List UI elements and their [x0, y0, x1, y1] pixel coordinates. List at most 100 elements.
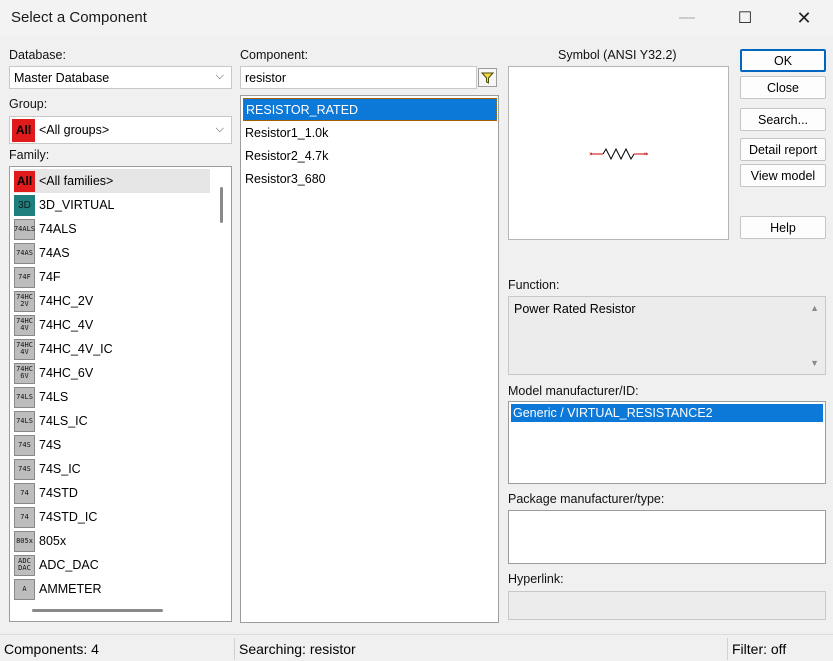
family-icon: 74HC 6V: [14, 362, 35, 384]
family-item-label: 74HC_6V: [39, 366, 94, 380]
search-button[interactable]: Search...: [740, 108, 826, 131]
close-button[interactable]: Close: [740, 76, 826, 99]
component-list-item[interactable]: RESISTOR_RATED: [243, 98, 497, 121]
family-vertical-scrollbar[interactable]: [220, 187, 223, 223]
family-item[interactable]: ADC DAC ADC_DAC: [14, 553, 210, 577]
family-label: Family:: [9, 148, 50, 162]
family-item[interactable]: 74LS 74LS: [14, 385, 210, 409]
family-item[interactable]: 74 74STD_IC: [14, 505, 210, 529]
family-item[interactable]: 74HC 4V 74HC_4V: [14, 313, 210, 337]
family-item-label: 74S_IC: [39, 462, 81, 476]
svg-text:×: ×: [644, 152, 648, 158]
family-horizontal-scrollbar[interactable]: [32, 609, 163, 612]
package-list[interactable]: [508, 510, 826, 564]
model-label: Model manufacturer/ID:: [508, 384, 639, 398]
family-item-label: 74HC_4V: [39, 318, 94, 332]
component-list[interactable]: RESISTOR_RATED Resistor1_1.0k Resistor2_4.…: [240, 95, 499, 623]
group-select[interactable]: All <All groups> ⌵: [9, 116, 232, 144]
status-components: Components: 4: [4, 641, 99, 657]
resistor-symbol-icon: × ×: [589, 147, 648, 161]
family-icon: A: [14, 578, 35, 600]
scroll-up-icon[interactable]: ▲: [810, 303, 819, 313]
group-value: <All groups>: [39, 123, 110, 137]
family-item[interactable]: 74HC 2V 74HC_2V: [14, 289, 210, 313]
family-icon: 74LS: [14, 410, 35, 432]
svg-text:×: ×: [589, 152, 593, 158]
family-icon: All: [14, 170, 35, 192]
window-title: Select a Component: [11, 9, 147, 26]
family-item[interactable]: 74S 74S_IC: [14, 457, 210, 481]
family-icon: 74HC 4V: [14, 314, 35, 336]
status-divider: [234, 638, 235, 660]
family-item[interactable]: All <All families>: [14, 169, 210, 193]
component-list-item[interactable]: Resistor1_1.0k: [243, 121, 497, 144]
family-item[interactable]: 3D 3D_VIRTUAL: [14, 193, 210, 217]
family-icon: 74HC 4V: [14, 338, 35, 360]
family-icon: 74ALS: [14, 218, 35, 240]
family-item-label: 74LS_IC: [39, 414, 88, 428]
family-item[interactable]: 74 74STD: [14, 481, 210, 505]
component-list-item[interactable]: Resistor2_4.7k: [243, 144, 497, 167]
family-item-label: 74LS: [39, 390, 69, 404]
database-select[interactable]: Master Database ⌵: [9, 66, 232, 89]
family-item-label: 74HC_4V_IC: [39, 342, 113, 356]
component-list-item[interactable]: Resistor3_680: [243, 167, 497, 190]
hyperlink-label: Hyperlink:: [508, 572, 564, 586]
minimize-button[interactable]: —: [658, 0, 716, 36]
family-item-label: 74STD: [39, 486, 78, 500]
scroll-down-icon[interactable]: ▼: [810, 358, 819, 368]
database-label: Database:: [9, 48, 66, 62]
detail-report-button[interactable]: Detail report: [740, 138, 826, 161]
all-groups-icon: All: [12, 118, 35, 142]
database-value: Master Database: [14, 70, 110, 85]
family-item-label: 3D_VIRTUAL: [39, 198, 115, 212]
hyperlink-field[interactable]: [508, 591, 826, 620]
maximize-button[interactable]: ☐: [716, 0, 774, 36]
family-item-label: 74HC_2V: [39, 294, 94, 308]
function-label: Function:: [508, 278, 560, 292]
symbol-label: Symbol (ANSI Y32.2): [558, 48, 677, 62]
family-item[interactable]: 74HC 6V 74HC_6V: [14, 361, 210, 385]
family-item[interactable]: 74HC 4V 74HC_4V_IC: [14, 337, 210, 361]
family-icon: 74AS: [14, 242, 35, 264]
family-item-label: AMMETER: [39, 582, 102, 596]
family-item[interactable]: 805x 805x: [14, 529, 210, 553]
component-search-input[interactable]: resistor: [240, 66, 477, 89]
family-item-label: ADC_DAC: [39, 558, 99, 572]
package-label: Package manufacturer/type:: [508, 492, 665, 506]
family-icon: 74S: [14, 434, 35, 456]
family-icon: 74: [14, 482, 35, 504]
status-divider: [727, 638, 728, 660]
model-list[interactable]: Generic / VIRTUAL_RESISTANCE2: [508, 401, 826, 484]
family-item-label: 74STD_IC: [39, 510, 98, 524]
family-item-label: 805x: [39, 534, 67, 548]
family-item-label: 74AS: [39, 246, 70, 260]
family-item[interactable]: 74F 74F: [14, 265, 210, 289]
family-item[interactable]: 74ALS 74ALS: [14, 217, 210, 241]
family-icon: 805x: [14, 530, 35, 552]
family-list[interactable]: All <All families> 3D 3D_VIRTUAL 74ALS 74ALS 7…: [9, 166, 232, 622]
family-icon: 74LS: [14, 386, 35, 408]
family-item-label: <All families>: [39, 174, 114, 188]
component-search-value: resistor: [245, 70, 286, 85]
family-item[interactable]: A AMMETER: [14, 577, 210, 601]
family-item[interactable]: 74LS 74LS_IC: [14, 409, 210, 433]
status-filter: Filter: off: [732, 641, 787, 657]
family-icon: 3D: [14, 194, 35, 216]
family-item-label: 74F: [39, 270, 61, 284]
family-icon: 74HC 2V: [14, 290, 35, 312]
view-model-button[interactable]: View model: [740, 164, 826, 187]
ok-button[interactable]: OK: [740, 49, 826, 72]
family-item-label: 74S: [39, 438, 62, 452]
family-item[interactable]: 74AS 74AS: [14, 241, 210, 265]
family-icon: 74F: [14, 266, 35, 288]
funnel-icon[interactable]: [478, 68, 497, 87]
function-textbox[interactable]: Power Rated Resistor ▲ ▼: [508, 296, 826, 375]
model-list-item[interactable]: Generic / VIRTUAL_RESISTANCE2: [511, 404, 823, 422]
group-label: Group:: [9, 97, 48, 111]
family-item[interactable]: 74S 74S: [14, 433, 210, 457]
help-button[interactable]: Help: [740, 216, 826, 239]
chevron-down-icon: ⌵: [215, 123, 224, 135]
family-icon: ADC DAC: [14, 554, 35, 576]
close-window-button[interactable]: ✕: [775, 0, 833, 36]
